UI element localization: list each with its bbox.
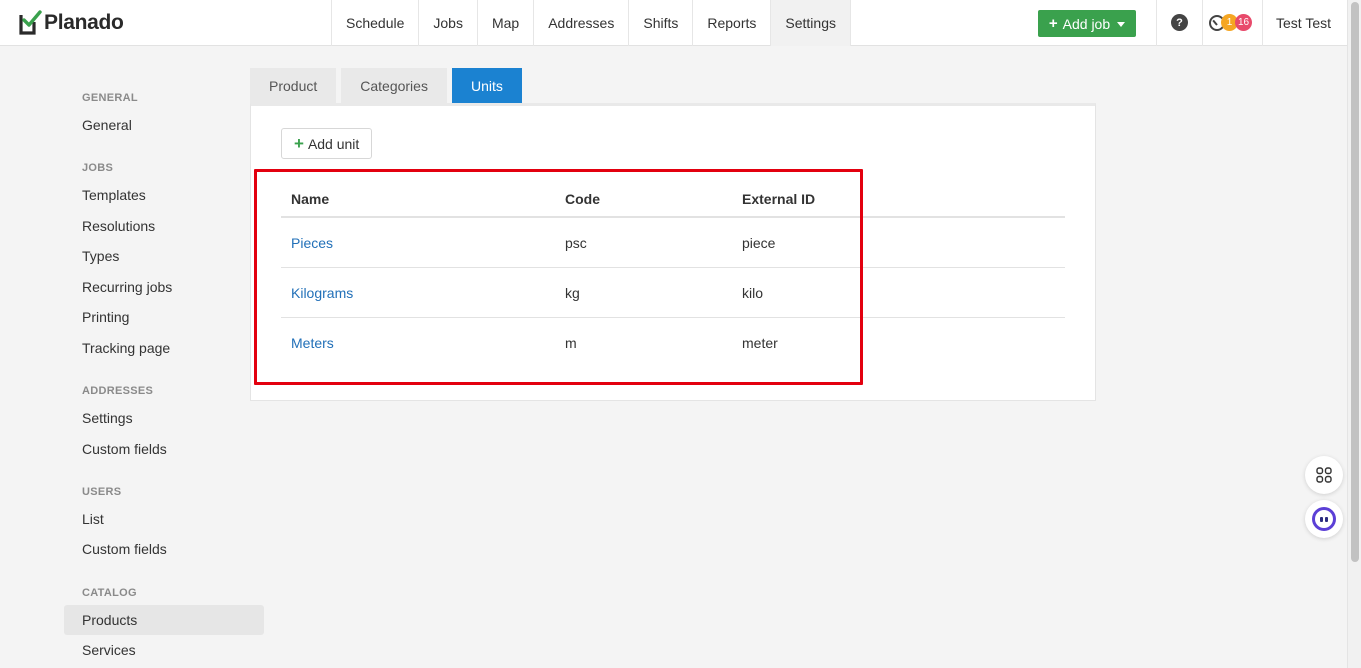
top-bar: Planado Schedule Jobs Map Addresses Shif… [0, 0, 1347, 46]
nav-map[interactable]: Map [478, 0, 535, 46]
add-unit-button[interactable]: + Add unit [281, 128, 373, 159]
page-scrollbar[interactable] [1347, 0, 1361, 668]
user-menu[interactable]: Test Test [1276, 15, 1331, 31]
notifications[interactable]: 1 16 [1209, 14, 1255, 32]
sidebar-item-printing[interactable]: Printing [64, 302, 264, 332]
nav-schedule[interactable]: Schedule [332, 0, 420, 46]
sidebar-heading-jobs: JOBS [82, 162, 114, 174]
logo-check-icon [19, 10, 42, 35]
sidebar-item-tracking-page[interactable]: Tracking page [64, 333, 264, 363]
sidebar-item-services[interactable]: Services [64, 635, 264, 665]
add-job-label: Add job [1062, 15, 1111, 32]
nav-shifts[interactable]: Shifts [629, 0, 694, 46]
sidebar-item-general[interactable]: General [64, 110, 264, 140]
sidebar-item-users-list[interactable]: List [64, 504, 264, 534]
column-header-external-id: External ID [742, 191, 816, 207]
column-header-code: Code [565, 191, 600, 207]
unit-name-link[interactable]: Pieces [291, 235, 333, 251]
unit-name-link[interactable]: Kilograms [291, 285, 353, 301]
nav-settings[interactable]: Settings [771, 0, 851, 46]
table-header: Name Code External ID [281, 182, 1065, 218]
nav-jobs[interactable]: Jobs [419, 0, 478, 46]
divider [1202, 0, 1203, 46]
column-header-name: Name [291, 191, 330, 207]
sidebar-item-types[interactable]: Types [64, 241, 264, 271]
units-table: Name Code External ID Pieces psc piece K… [281, 182, 1065, 368]
sidebar-heading-addresses: ADDRESSES [82, 385, 154, 397]
sidebar-heading-catalog: CATALOG [82, 587, 137, 599]
table-row: Pieces psc piece [281, 218, 1065, 268]
tab-product[interactable]: Product [250, 68, 337, 104]
alert-badge: 16 [1235, 14, 1253, 31]
unit-external-id: piece [742, 234, 776, 251]
tab-categories[interactable]: Categories [341, 68, 447, 104]
unit-external-id: kilo [742, 284, 764, 301]
unit-code: psc [565, 234, 587, 251]
logo[interactable]: Planado [18, 9, 124, 36]
add-unit-label: Add unit [307, 135, 360, 152]
help-icon[interactable]: ? [1171, 14, 1188, 31]
divider [1156, 0, 1157, 46]
apps-grid-icon [1316, 467, 1332, 483]
scrollbar-thumb[interactable] [1351, 2, 1359, 562]
plus-icon: + [1048, 15, 1058, 32]
unit-code: m [565, 335, 577, 351]
nav-addresses[interactable]: Addresses [534, 0, 630, 46]
unit-external-id: meter [742, 335, 778, 351]
catalog-tabs: Product Categories Units [250, 68, 522, 104]
sidebar-item-users-custom-fields[interactable]: Custom fields [64, 534, 264, 564]
divider [1262, 0, 1263, 46]
sidebar-item-templates[interactable]: Templates [64, 180, 264, 210]
units-panel: + Add unit Name Code External ID Pieces … [250, 103, 1096, 401]
table-row: Kilograms kg kilo [281, 268, 1065, 318]
sidebar-heading-general: GENERAL [82, 92, 138, 104]
sidebar-item-products[interactable]: Products [64, 605, 264, 635]
chatbot-icon [1312, 507, 1336, 531]
main-nav: Schedule Jobs Map Addresses Shifts Repor… [331, 0, 851, 46]
tab-units[interactable]: Units [451, 68, 522, 104]
sidebar-heading-users: USERS [82, 486, 122, 498]
sidebar-item-address-custom-fields[interactable]: Custom fields [64, 434, 264, 464]
unit-code: kg [565, 284, 580, 301]
sidebar-item-resolutions[interactable]: Resolutions [64, 211, 264, 241]
sidebar-item-recurring-jobs[interactable]: Recurring jobs [64, 272, 264, 302]
table-row: Meters m meter [281, 318, 1065, 368]
add-job-button[interactable]: + Add job [1038, 10, 1136, 37]
plus-icon: + [294, 134, 304, 153]
sidebar-item-address-settings[interactable]: Settings [64, 403, 264, 433]
unit-name-link[interactable]: Meters [291, 335, 334, 351]
caret-down-icon [1117, 22, 1126, 27]
logo-text: Planado [44, 10, 124, 34]
chatbot-button[interactable] [1305, 500, 1343, 538]
nav-reports[interactable]: Reports [693, 0, 772, 46]
apps-grid-button[interactable] [1305, 456, 1343, 494]
